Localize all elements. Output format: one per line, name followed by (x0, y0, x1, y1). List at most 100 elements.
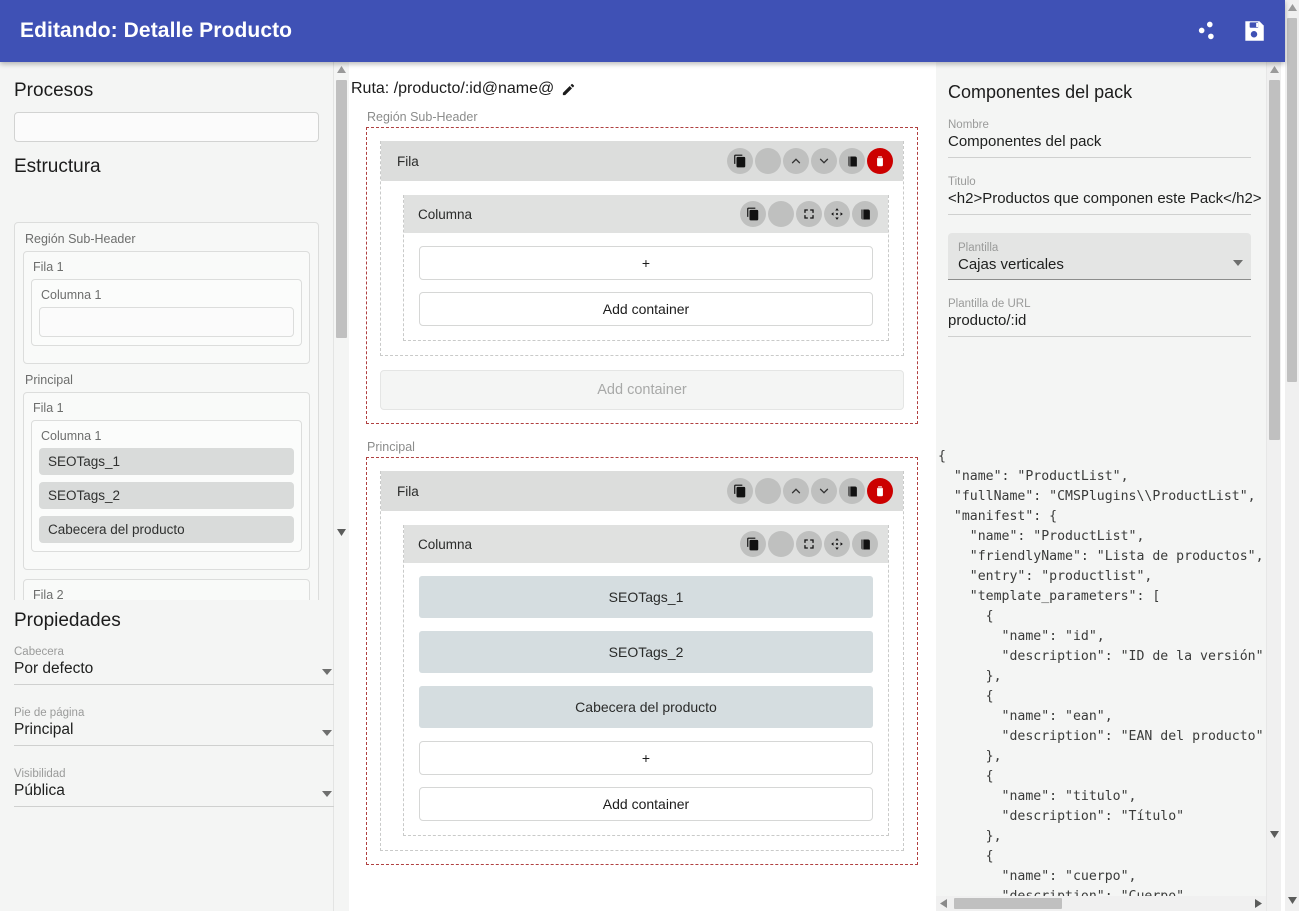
region-container[interactable]: Fila (366, 457, 918, 865)
plugin-field-nombre[interactable]: Nombre Componentes del pack (948, 119, 1251, 158)
chevron-down-icon[interactable] (322, 730, 332, 736)
scroll-down-arrow-icon[interactable] (1285, 893, 1299, 907)
tree-leaf-item[interactable]: SEOTags_1 (39, 448, 294, 475)
procesos-heading: Procesos (14, 80, 319, 102)
plugin-item[interactable]: SEOTags_1 (419, 576, 873, 618)
property-field-pie-de-pagina[interactable]: Pie de página Principal (14, 707, 336, 746)
plugin-panel-title: Componentes del pack (948, 82, 1254, 103)
scroll-left-arrow-icon[interactable] (936, 896, 951, 911)
add-container-button[interactable]: Add container (419, 787, 873, 821)
canvas-panel: Ruta: /producto/:id@name@ Región Sub-Hea… (349, 62, 935, 911)
property-field-cabecera[interactable]: Cabecera Por defecto (14, 646, 336, 685)
scroll-down-arrow-icon[interactable] (334, 525, 349, 540)
expand-icon[interactable] (796, 201, 822, 227)
procesos-input[interactable] (14, 112, 319, 142)
chevron-down-icon[interactable] (811, 148, 837, 174)
field-value: producto/:id (948, 312, 1251, 337)
chevron-up-icon[interactable] (783, 478, 809, 504)
field-label: Nombre (948, 119, 1251, 131)
palette-icon[interactable] (852, 531, 878, 557)
tree-region[interactable]: Región Sub-Header Fila 1 Columna 1 (23, 232, 310, 364)
scrollbar-thumb[interactable] (1269, 80, 1280, 440)
save-icon[interactable] (1241, 18, 1267, 44)
tree-region[interactable]: Principal Fila 1 Columna 1 SEOTags_1 SEO… (23, 373, 310, 600)
field-label: Visibilidad (14, 768, 336, 780)
chevron-down-icon[interactable] (1233, 260, 1243, 266)
add-container-button[interactable]: Add container (419, 292, 873, 326)
column-title: Columna (418, 537, 740, 552)
row-bar: Fila (381, 471, 903, 511)
column-container[interactable]: Columna (403, 525, 889, 836)
plugin-item[interactable]: Cabecera del producto (419, 686, 873, 728)
palette-icon[interactable] (839, 478, 865, 504)
chevron-down-icon[interactable] (811, 478, 837, 504)
move-icon[interactable] (824, 531, 850, 557)
scrollbar-thumb[interactable] (1287, 18, 1297, 382)
delete-icon[interactable] (867, 148, 893, 174)
scroll-up-arrow-icon[interactable] (1285, 0, 1299, 14)
move-icon[interactable] (824, 201, 850, 227)
tree-column[interactable]: Columna 1 (31, 279, 302, 346)
pencil-icon[interactable] (561, 82, 576, 97)
scroll-up-arrow-icon[interactable] (334, 62, 349, 77)
copy-icon[interactable] (727, 148, 753, 174)
tree-column-empty[interactable] (39, 307, 294, 337)
plugin-properties-panel: Componentes del pack Nombre Componentes … (936, 62, 1266, 911)
blank-icon[interactable] (768, 201, 794, 227)
tree-leaf-item[interactable]: SEOTags_2 (39, 482, 294, 509)
plugin-manifest-viewer: { "name": "ProductList", "fullName": "CM… (936, 437, 1266, 911)
property-field-visibilidad[interactable]: Visibilidad Pública (14, 768, 336, 807)
copy-icon[interactable] (727, 478, 753, 504)
column-container[interactable]: Columna (403, 195, 889, 341)
page-scrollbar[interactable] (1285, 0, 1299, 911)
add-plugin-button[interactable]: + (419, 741, 873, 775)
tree-row[interactable]: Fila 2 Columna 1 (23, 579, 310, 600)
blank-icon[interactable] (755, 478, 781, 504)
tree-row[interactable]: Fila 1 Columna 1 SEOTags_1 SEOTags_2 Cab… (23, 392, 310, 570)
blank-icon[interactable] (768, 531, 794, 557)
region-label: Principal (367, 440, 935, 454)
tree-row[interactable]: Fila 1 Columna 1 (23, 251, 310, 364)
scroll-right-arrow-icon[interactable] (1251, 896, 1266, 911)
plugin-item[interactable]: SEOTags_2 (419, 631, 873, 673)
palette-icon[interactable] (852, 201, 878, 227)
column-bar: Columna (404, 195, 888, 233)
chevron-down-icon[interactable] (322, 669, 332, 675)
chevron-down-icon[interactable] (322, 791, 332, 797)
scroll-up-arrow-icon[interactable] (1267, 62, 1282, 77)
tree-region-label: Región Sub-Header (25, 232, 310, 246)
share-nodes-icon[interactable] (1193, 18, 1219, 44)
properties-panel: Propiedades Cabecera Por defecto Pie de … (14, 610, 336, 829)
plugin-field-titulo[interactable]: Titulo <h2>Productos que componen este P… (948, 176, 1251, 215)
field-label: Cabecera (14, 646, 336, 658)
delete-icon[interactable] (867, 478, 893, 504)
route-label: Ruta: /producto/:id@name@ (351, 80, 554, 98)
tree-column[interactable]: Columna 1 SEOTags_1 SEOTags_2 Cabecera d… (31, 420, 302, 552)
field-value: Pública (14, 782, 336, 807)
workspace: Procesos Estructura Región Sub-Header Fi… (0, 62, 1285, 911)
column-body: + Add container (404, 233, 888, 340)
row-add-container-button[interactable]: Add container (380, 370, 904, 410)
scrollbar-thumb[interactable] (336, 80, 347, 338)
copy-icon[interactable] (740, 531, 766, 557)
plugin-panel-scrollbar[interactable] (1266, 62, 1281, 911)
plugin-field-plantilla[interactable]: Plantilla Cajas verticales (948, 233, 1251, 280)
expand-icon[interactable] (796, 531, 822, 557)
center-scrollbar[interactable] (334, 62, 349, 911)
region-container[interactable]: Fila (366, 127, 918, 424)
palette-icon[interactable] (839, 148, 865, 174)
add-plugin-button[interactable]: + (419, 246, 873, 280)
chevron-up-icon[interactable] (783, 148, 809, 174)
scroll-down-arrow-icon[interactable] (1267, 827, 1282, 842)
row-container[interactable]: Fila (380, 471, 904, 851)
plugin-panel-hscrollbar[interactable] (936, 896, 1266, 911)
region-label: Región Sub-Header (367, 110, 935, 124)
plugin-field-plantilla-url[interactable]: Plantilla de URL producto/:id (948, 298, 1251, 337)
copy-icon[interactable] (740, 201, 766, 227)
row-container[interactable]: Fila (380, 141, 904, 356)
hscrollbar-thumb[interactable] (954, 898, 1062, 909)
tree-leaf-item[interactable]: Cabecera del producto (39, 516, 294, 543)
row-actions (727, 478, 893, 504)
blank-icon[interactable] (755, 148, 781, 174)
field-value: Por defecto (14, 660, 336, 685)
